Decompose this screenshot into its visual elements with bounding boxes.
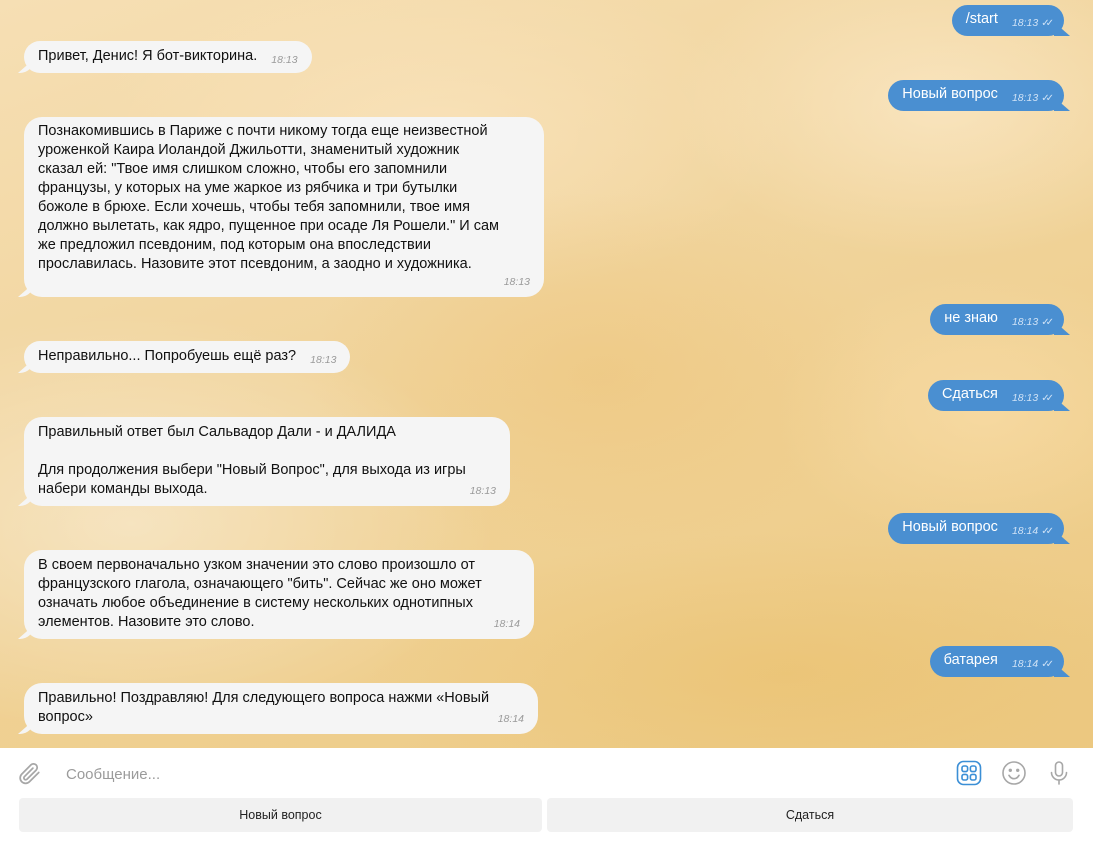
- outgoing-message[interactable]: не знаю 18:13 ✓✓: [930, 304, 1064, 335]
- microphone-icon[interactable]: [1046, 760, 1072, 786]
- message-text: /start: [965, 11, 998, 27]
- incoming-message[interactable]: В своем первоначально узком значении это…: [24, 550, 534, 639]
- message-time: 18:13: [271, 54, 298, 66]
- message-time: 18:14: [493, 618, 520, 630]
- message-time: 18:13 ✓✓: [1012, 316, 1054, 328]
- message-history[interactable]: /start 18:13 ✓✓ Привет, Денис! Я бот-викт…: [0, 0, 1093, 748]
- read-checkmarks-icon: ✓✓: [1041, 93, 1054, 104]
- give-up-button[interactable]: Сдаться: [547, 798, 1073, 832]
- message-text: Новый вопрос: [902, 519, 998, 535]
- message-text: Привет, Денис! Я бот-викторина.: [38, 48, 258, 64]
- composer-area: Новый вопрос Сдаться: [0, 748, 1093, 841]
- telegram-chat-window: /start 18:13 ✓✓ Привет, Денис! Я бот-викт…: [0, 0, 1093, 841]
- message-time: 18:13: [503, 276, 530, 288]
- incoming-message[interactable]: Привет, Денис! Я бот-викторина. 18:13: [24, 41, 312, 73]
- message-time: 18:13: [469, 485, 496, 497]
- incoming-message[interactable]: Познакомившись в Париже с почти никому т…: [24, 117, 544, 297]
- message-time: 18:14 ✓✓: [1012, 658, 1054, 670]
- message-text: батарея: [943, 652, 998, 668]
- outgoing-message[interactable]: батарея 18:14 ✓✓: [929, 646, 1064, 677]
- message-text: Правильный ответ был Сальвадор Дали - и …: [38, 424, 466, 497]
- incoming-message[interactable]: Неправильно... Попробуешь ещё раз? 18:13: [24, 341, 351, 373]
- outgoing-message[interactable]: Новый вопрос 18:13 ✓✓: [888, 80, 1064, 111]
- outgoing-message[interactable]: Сдаться 18:13 ✓✓: [927, 380, 1064, 411]
- message-input[interactable]: [64, 760, 928, 788]
- read-checkmarks-icon: ✓✓: [1041, 659, 1054, 670]
- emoji-icon[interactable]: [1001, 760, 1027, 786]
- read-checkmarks-icon: ✓✓: [1041, 18, 1054, 29]
- incoming-message[interactable]: Правильный ответ был Сальвадор Дали - и …: [24, 417, 510, 506]
- paperclip-icon[interactable]: [16, 760, 42, 786]
- message-text: Неправильно... Попробуешь ещё раз?: [38, 348, 297, 364]
- message-time: 18:13 ✓✓: [1012, 17, 1054, 29]
- outgoing-message[interactable]: Новый вопрос 18:14 ✓✓: [888, 513, 1064, 544]
- message-text: В своем первоначально узком значении это…: [38, 557, 482, 630]
- read-checkmarks-icon: ✓✓: [1041, 393, 1054, 404]
- incoming-message[interactable]: Правильно! Поздравляю! Для следующего во…: [24, 683, 538, 734]
- message-time: 18:13 ✓✓: [1012, 392, 1054, 404]
- message-time: 18:14 ✓✓: [1012, 525, 1054, 537]
- new-question-button[interactable]: Новый вопрос: [19, 798, 542, 832]
- message-text: Сдаться: [941, 386, 998, 402]
- message-time: 18:13 ✓✓: [1012, 92, 1054, 104]
- outgoing-message[interactable]: /start 18:13 ✓✓: [951, 5, 1064, 36]
- message-text: Правильно! Поздравляю! Для следующего во…: [38, 690, 490, 725]
- read-checkmarks-icon: ✓✓: [1041, 317, 1054, 328]
- message-text: Познакомившись в Париже с почти никому т…: [38, 123, 499, 272]
- message-time: 18:13: [310, 354, 337, 366]
- stickers-grid-icon[interactable]: [956, 760, 982, 786]
- message-time: 18:14: [497, 713, 524, 725]
- read-checkmarks-icon: ✓✓: [1041, 526, 1054, 537]
- message-text: Новый вопрос: [902, 86, 998, 102]
- message-text: не знаю: [944, 310, 998, 326]
